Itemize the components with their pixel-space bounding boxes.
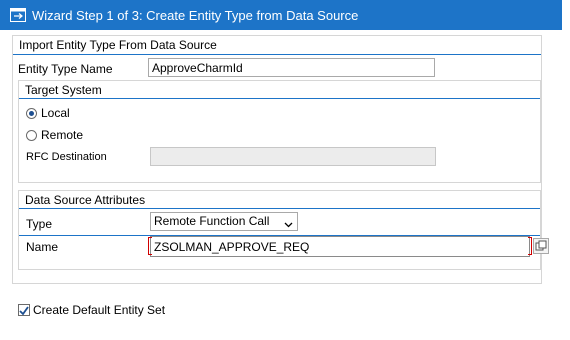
- type-select[interactable]: Remote Function Call: [150, 212, 298, 231]
- wizard-window-icon: [10, 8, 26, 22]
- type-label: Type: [26, 217, 53, 231]
- chevron-down-icon: [284, 217, 293, 228]
- checkmark-icon: [19, 306, 29, 316]
- create-default-entity-set-checkbox[interactable]: [18, 304, 30, 316]
- required-marker-left: [148, 237, 152, 255]
- local-radio[interactable]: [26, 108, 37, 119]
- wizard-body: Import Entity Type From Data Source Enti…: [0, 30, 562, 340]
- name-input[interactable]: ZSOLMAN_APPROVE_REQ: [150, 236, 530, 257]
- target-system-group: Target System Local Remote RFC Destinati…: [18, 80, 541, 183]
- target-system-divider: [19, 98, 540, 99]
- entity-type-name-label: Entity Type Name: [18, 62, 113, 76]
- create-default-entity-set-label: Create Default Entity Set: [33, 303, 166, 317]
- window-title: Wizard Step 1 of 3: Create Entity Type f…: [32, 7, 359, 23]
- name-label: Name: [26, 240, 59, 254]
- value-help-icon: [535, 240, 547, 251]
- type-select-value: Remote Function Call: [154, 214, 270, 228]
- import-group-title: Import Entity Type From Data Source: [19, 38, 217, 52]
- import-entity-type-group: Import Entity Type From Data Source Enti…: [12, 35, 549, 284]
- local-radio-label: Local: [41, 106, 70, 120]
- import-group-divider: [13, 54, 541, 55]
- remote-radio-label: Remote: [41, 128, 84, 142]
- value-help-button[interactable]: [533, 238, 549, 254]
- title-bar: Wizard Step 1 of 3: Create Entity Type f…: [0, 0, 562, 30]
- target-system-title: Target System: [25, 83, 102, 97]
- required-marker-right: [528, 237, 532, 255]
- entity-type-name-input[interactable]: ApproveCharmId: [148, 58, 435, 77]
- rfc-destination-label: RFC Destination: [26, 151, 107, 163]
- data-source-title: Data Source Attributes: [25, 193, 146, 207]
- rfc-destination-input: [150, 147, 436, 166]
- remote-radio[interactable]: [26, 130, 37, 141]
- data-source-divider: [19, 208, 540, 209]
- data-source-attributes-group: Data Source Attributes Type Remote Funct…: [18, 190, 549, 270]
